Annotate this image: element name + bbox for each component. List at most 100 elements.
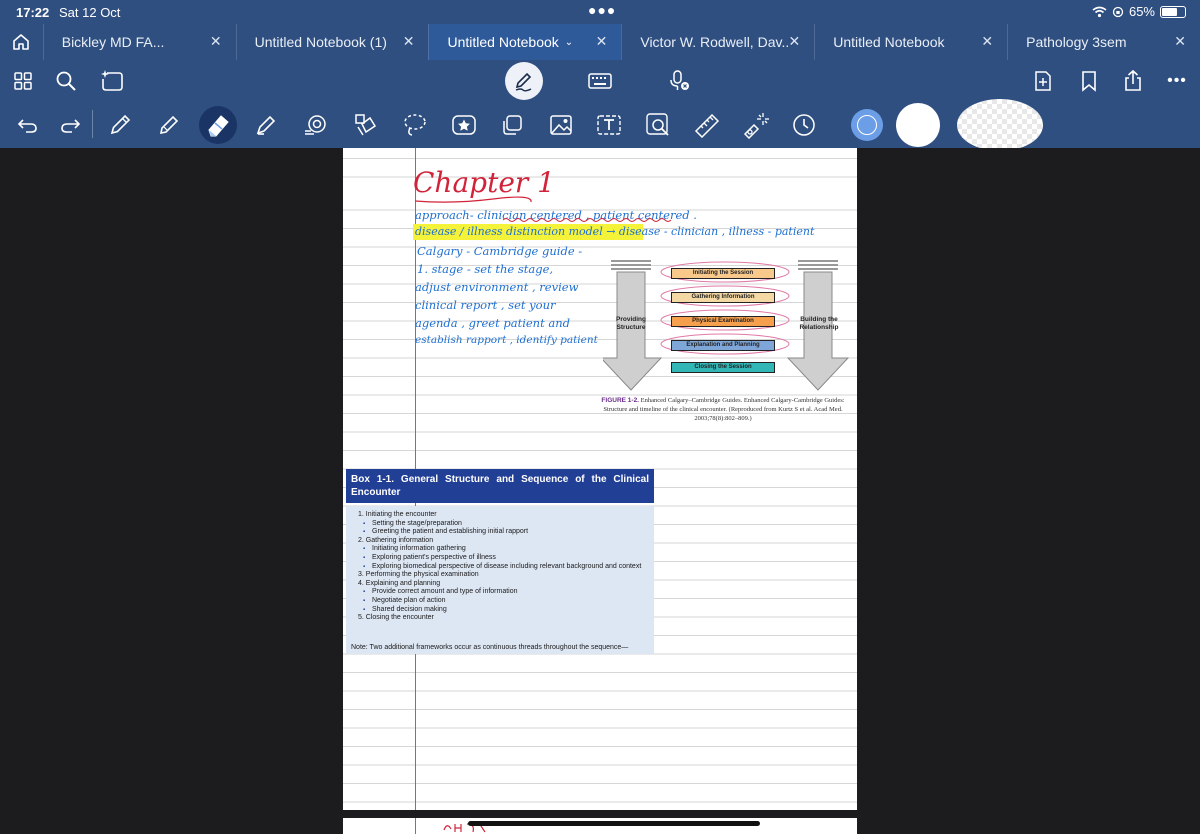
ruler-icon[interactable]	[693, 111, 721, 139]
mic-icon[interactable]	[666, 68, 692, 94]
image-icon[interactable]	[547, 111, 575, 139]
step-label: Physical Examination	[692, 318, 754, 324]
pen-mode-icon	[515, 72, 532, 92]
lasso-icon[interactable]	[401, 111, 429, 139]
step-physical-exam: Physical Examination	[671, 316, 775, 327]
note-line-7: agenda , greet patient and	[415, 316, 570, 330]
tab-label: Victor W. Rodwell, Dav...	[640, 34, 791, 50]
app-window: 17:22 Sat 12 Oct ●●● 65% Bickley MD FA..…	[0, 0, 1200, 834]
multitasking-dots-icon[interactable]: ●●●	[588, 2, 616, 18]
highlighter-icon[interactable]	[252, 111, 280, 139]
toolbar-divider	[92, 110, 93, 138]
providing-structure-label: Providing Structure	[616, 316, 646, 331]
box-item: 4. Explaining and planning	[358, 579, 441, 587]
zoom-icon[interactable]	[644, 111, 672, 139]
status-time: 17:22	[16, 5, 50, 20]
tab-label: Untitled Notebook	[833, 34, 945, 50]
note-line-3: Calgary - Cambridge guide -	[417, 244, 583, 258]
note-line-2: disease / illness distinction model → di…	[415, 225, 815, 238]
note-line-5: adjust environment , review	[415, 280, 579, 294]
grid-icon[interactable]	[10, 68, 36, 94]
tab-pathology[interactable]: Pathology 3sem ✕	[1007, 24, 1200, 60]
notebook-page[interactable]: Chapter 1 approach- clinician centered ,…	[343, 148, 857, 810]
box-subitem: Exploring biomedical perspective of dise…	[356, 563, 644, 572]
home-button[interactable]	[0, 24, 43, 60]
box-subitem: Exploring patient's perspective of illne…	[356, 554, 644, 563]
squiggle-underline	[502, 218, 672, 222]
step-label: Explanation and Planning	[686, 342, 760, 348]
battery-percent: 65%	[1128, 4, 1155, 19]
tab-rodwell[interactable]: Victor W. Rodwell, Dav... ✕	[621, 24, 814, 60]
pen-icon[interactable]	[106, 111, 134, 139]
bookmark-icon[interactable]	[1076, 68, 1102, 94]
tab-untitled-notebook-1[interactable]: Untitled Notebook (1) ✕	[235, 24, 429, 60]
tab-close-icon[interactable]: ✕	[1174, 33, 1186, 50]
box-item: 3. Performing the physical examination	[358, 571, 479, 579]
status-bar: 17:22 Sat 12 Oct ●●● 65%	[0, 0, 1200, 24]
note-line-4: 1. stage - set the stage,	[417, 262, 554, 276]
eraser-icon[interactable]	[204, 111, 232, 139]
undo-icon[interactable]	[14, 111, 42, 139]
box-body: 1. Initiating the encounter Setting the …	[346, 506, 654, 654]
tab-bickley[interactable]: Bickley MD FA... ✕	[42, 24, 236, 60]
tab-close-icon[interactable]: ✕	[210, 33, 222, 50]
box-title: Box 1-1. General Structure and Sequence …	[346, 469, 654, 503]
orientation-lock-icon	[1112, 6, 1124, 17]
battery-icon	[1160, 5, 1186, 18]
tab-label: Pathology 3sem	[1026, 34, 1127, 50]
shapes-icon[interactable]	[302, 111, 330, 139]
tab-close-icon[interactable]: ✕	[403, 33, 415, 50]
thickness-swatch-large[interactable]	[957, 99, 1043, 151]
tab-close-icon[interactable]: ✕	[596, 33, 608, 50]
thickness-swatch-medium[interactable]	[896, 103, 940, 147]
figure-caption-text: Enhanced Calgary–Cambridge Guides. Enhan…	[603, 397, 845, 422]
box-item: 5. Closing the encounter	[358, 614, 434, 622]
document-toolbar: •••	[0, 60, 1200, 102]
box-subitem: Provide correct amount and type of infor…	[356, 588, 644, 597]
tab-untitled-notebook-active[interactable]: Untitled Notebook ⌄ ✕	[428, 24, 622, 60]
search-icon[interactable]	[53, 68, 79, 94]
sticker-icon[interactable]	[450, 111, 478, 139]
wifi-icon	[1092, 6, 1107, 17]
add-page-icon[interactable]	[1030, 68, 1056, 94]
pen-mode-button[interactable]	[505, 62, 543, 100]
building-relationship-label: Building the Relationship	[799, 316, 839, 331]
home-icon	[13, 34, 30, 50]
tab-label: Untitled Notebook	[447, 34, 559, 50]
chevron-down-icon[interactable]: ⌄	[565, 37, 573, 48]
more-icon[interactable]: •••	[1164, 68, 1190, 94]
elements-icon[interactable]	[351, 111, 379, 139]
history-icon[interactable]	[790, 111, 818, 139]
copy-icon[interactable]	[498, 111, 526, 139]
tab-close-icon[interactable]: ✕	[789, 33, 801, 50]
status-indicators: 65%	[1092, 4, 1186, 19]
figure-number: FIGURE 1-2.	[601, 397, 639, 404]
tab-label: Untitled Notebook (1)	[254, 34, 387, 50]
box-item: 1. Initiating the encounter	[358, 511, 437, 518]
step-explanation: Explanation and Planning	[671, 340, 775, 351]
box-subitem: Initiating information gathering	[356, 545, 644, 554]
box-note: Note: Two additional frameworks occur as…	[346, 642, 654, 654]
pencil-icon[interactable]	[155, 111, 183, 139]
text-icon[interactable]	[595, 111, 623, 139]
tab-close-icon[interactable]: ✕	[981, 33, 993, 50]
tab-untitled-notebook-2[interactable]: Untitled Notebook ✕	[814, 24, 1007, 60]
box-subitem: Setting the stage/preparation	[356, 520, 644, 529]
box-subitem: Shared decision making	[356, 606, 644, 615]
scroll-indicator[interactable]	[468, 821, 760, 826]
step-label: Gathering Information	[691, 294, 755, 300]
notebook-canvas[interactable]: Chapter 1 approach- clinician centered ,…	[0, 148, 1200, 834]
title-underline	[414, 196, 532, 203]
ai-sparkle-icon[interactable]	[99, 68, 125, 94]
redo-icon[interactable]	[56, 111, 84, 139]
note-line-8: establish rapport , identify patient	[415, 334, 598, 346]
box-subitem: Negotiate plan of action	[356, 597, 644, 606]
status-date: Sat 12 Oct	[59, 5, 121, 20]
laser-icon[interactable]	[742, 111, 770, 139]
tab-label: Bickley MD FA...	[61, 34, 165, 50]
color-swatch-blue[interactable]	[851, 109, 883, 141]
handwritten-title: Chapter 1	[413, 166, 555, 199]
top-chrome: 17:22 Sat 12 Oct ●●● 65% Bickley MD FA..…	[0, 0, 1200, 151]
share-icon[interactable]	[1120, 68, 1146, 94]
keyboard-icon[interactable]	[587, 68, 613, 94]
